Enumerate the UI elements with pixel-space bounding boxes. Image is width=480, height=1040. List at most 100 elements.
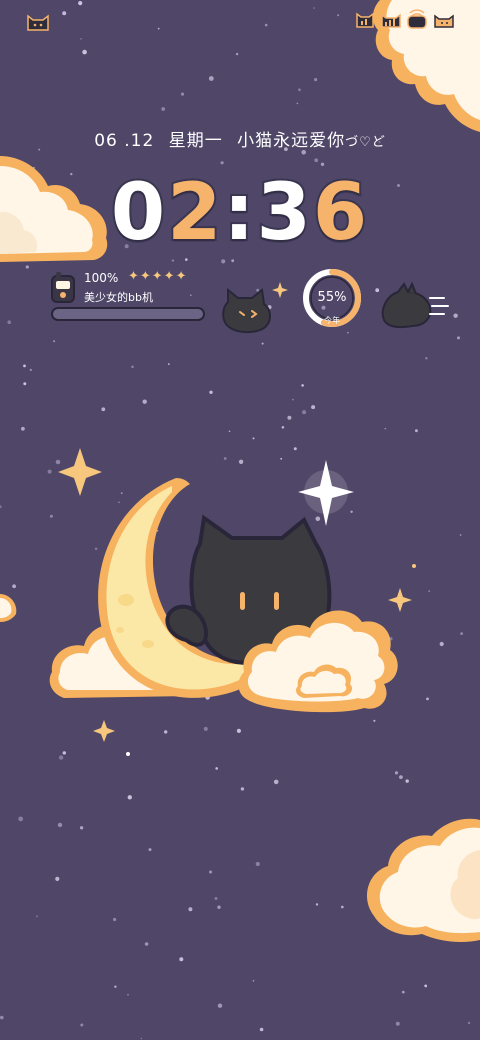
- star-dot: [82, 49, 87, 55]
- star-dot: [144, 942, 149, 946]
- star-dot: [394, 771, 399, 775]
- star-dot: [315, 903, 319, 906]
- star-dot: [231, 259, 235, 263]
- star-dot: [313, 7, 315, 9]
- year-progress-ring[interactable]: 55% 今年: [300, 268, 366, 330]
- running-cat-icon: [381, 281, 449, 329]
- star-dot: [264, 23, 268, 27]
- star-dot: [311, 405, 316, 410]
- star-dot: [252, 979, 255, 982]
- star-dot: [209, 390, 213, 394]
- star-dot: [217, 1003, 223, 1008]
- star-dot: [80, 38, 82, 40]
- battery-percent: 100%: [84, 271, 119, 285]
- moon-cat-illustration: [49, 448, 416, 756]
- star-dot: [220, 161, 224, 165]
- star-dot: [415, 429, 418, 433]
- star-dot: [425, 357, 428, 360]
- star-dot: [314, 78, 318, 82]
- star-dot: [214, 897, 218, 900]
- cat-battery-icon: [432, 8, 454, 30]
- cat-wifi-icon: [406, 8, 428, 30]
- star-dot: [179, 957, 184, 962]
- star-dot: [235, 52, 239, 56]
- star-dot: [221, 259, 226, 264]
- star-dot: [185, 258, 188, 261]
- star-dot: [57, 822, 63, 828]
- star-dot: [36, 915, 38, 918]
- star-dot: [171, 259, 175, 262]
- battery-widget[interactable]: 100% ✦✦✦✦✦ 美少女的bb机: [50, 268, 210, 328]
- star-dot: [424, 984, 428, 988]
- cat-cellular-icon: [380, 8, 402, 30]
- star-dot: [55, 876, 60, 882]
- star-icon: [93, 720, 115, 742]
- star-dot: [101, 407, 106, 412]
- winking-cat-icon: [222, 282, 288, 334]
- star-dot: [467, 1021, 471, 1025]
- star-dot: [114, 985, 117, 988]
- running-cat-widget[interactable]: [378, 280, 450, 332]
- star-dot: [457, 336, 460, 340]
- star-dot: [142, 399, 147, 404]
- star-dot: [259, 1027, 264, 1032]
- year-progress-label: 今年: [324, 316, 340, 325]
- star-dot: [23, 364, 26, 368]
- star-dot: [167, 363, 170, 365]
- star-dot: [228, 430, 231, 433]
- star-dot: [399, 775, 403, 779]
- star-dot: [340, 905, 344, 909]
- clock-minute-digit-2: 6: [311, 166, 370, 260]
- cat-widget[interactable]: [218, 278, 290, 334]
- star-dot: [18, 816, 24, 822]
- star-dot: [395, 1021, 400, 1026]
- device-name: 美少女的bb机: [84, 291, 153, 304]
- cat-face-icon: [24, 10, 52, 32]
- star-dot: [127, 795, 132, 800]
- star-dot: [405, 779, 409, 783]
- clock-hour-digit-1: 0: [109, 166, 168, 260]
- star-dot: [209, 870, 213, 874]
- battery-level-bar: [51, 307, 205, 321]
- star-dot: [0, 1015, 4, 1020]
- slogan-text: 小猫永远爱你づ♡ど: [237, 131, 386, 151]
- star-dot: [131, 365, 134, 369]
- cat-signal-icon: [354, 8, 376, 30]
- star-dot: [140, 1037, 143, 1040]
- star-dot: [401, 990, 405, 994]
- star-dot: [273, 779, 279, 785]
- star-dot: [240, 787, 245, 791]
- star-dot: [261, 342, 264, 345]
- star-dot: [217, 905, 221, 909]
- star-dot: [21, 426, 25, 431]
- star-dot: [148, 848, 152, 852]
- star-dot: [314, 158, 319, 163]
- star-dot: [298, 88, 301, 92]
- battery-level-fill: [53, 309, 203, 319]
- clock-hour-digit-2: 2: [165, 166, 224, 260]
- star-dot: [337, 14, 340, 17]
- slogan-main: 小猫永远爱你: [237, 131, 346, 151]
- date-text: 06 .12: [94, 131, 155, 151]
- star-dot: [384, 427, 387, 430]
- star-dot: [157, 27, 160, 30]
- star-dot: [301, 384, 304, 387]
- star-dot: [25, 265, 29, 269]
- status-icons: [354, 8, 454, 30]
- date-line: 06 .12 星期一 小猫永远爱你づ♡ど: [0, 126, 480, 151]
- clock[interactable]: 02:36: [0, 166, 480, 260]
- star-dot: [80, 1023, 84, 1027]
- star-dot: [62, 11, 67, 16]
- star-dot: [215, 767, 218, 770]
- star-dot: [180, 92, 185, 96]
- star-dot: [23, 382, 27, 386]
- star-dot: [320, 162, 325, 166]
- star-dot: [281, 426, 285, 429]
- star-dot: [347, 331, 349, 334]
- battery-stars: ✦✦✦✦✦: [128, 269, 188, 284]
- star-dot: [302, 410, 307, 415]
- star-icon: [58, 448, 102, 496]
- star-dot: [127, 993, 129, 996]
- star-dot: [292, 398, 294, 401]
- weekday-text: 星期一: [168, 131, 223, 151]
